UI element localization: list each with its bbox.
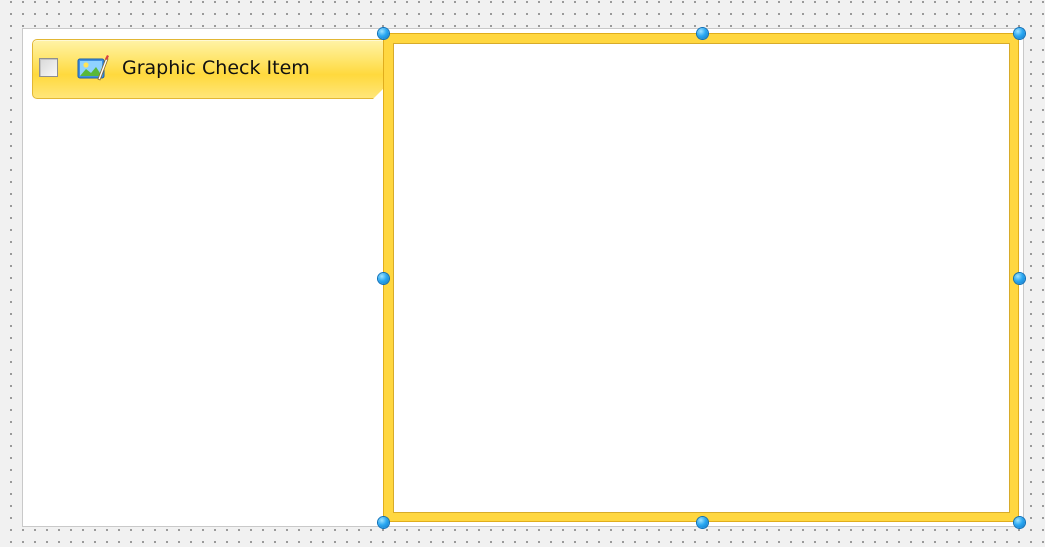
picture-edit-icon (76, 54, 110, 82)
resize-handle-bottom-right[interactable] (1014, 517, 1025, 528)
tab-page-content-area[interactable] (393, 43, 1010, 513)
tab-label: Graphic Check Item (122, 57, 310, 79)
resize-handle-bottom[interactable] (697, 517, 708, 528)
resize-handle-top-left[interactable] (378, 28, 389, 39)
graphic-check-item-tab[interactable]: Graphic Check Item (32, 39, 385, 99)
resize-handle-right[interactable] (1014, 273, 1025, 284)
resize-handle-top[interactable] (697, 28, 708, 39)
resize-handle-bottom-left[interactable] (378, 517, 389, 528)
resize-handle-left[interactable] (378, 273, 389, 284)
tab-checkbox[interactable] (39, 58, 58, 77)
tab-page-selected[interactable] (383, 33, 1019, 522)
resize-handle-top-right[interactable] (1014, 28, 1025, 39)
